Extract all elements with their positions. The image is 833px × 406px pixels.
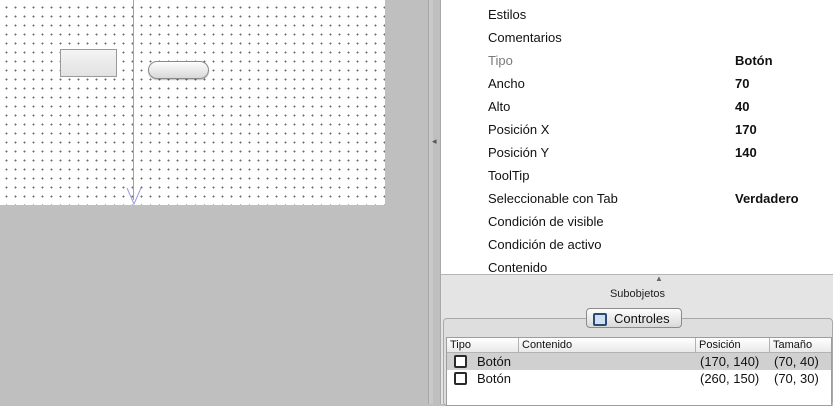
cell-tamano: (70, 40) — [774, 354, 819, 369]
property-label: ToolTip — [488, 168, 530, 183]
inspector-panel: Estilos Comentarios Tipo Botón Ancho 70 Al… — [440, 0, 833, 406]
property-value[interactable]: 40 — [735, 95, 749, 118]
canvas-button-object[interactable] — [148, 61, 209, 79]
property-label: Ancho — [488, 76, 525, 91]
table-row[interactable]: Botón (260, 150) (70, 30) — [447, 370, 831, 387]
property-value[interactable]: 70 — [735, 72, 749, 95]
tab-controles[interactable]: Controles — [586, 308, 682, 328]
button-type-icon — [454, 355, 467, 368]
property-row[interactable]: Posición X 170 — [441, 118, 833, 141]
cell-posicion: (170, 140) — [700, 354, 760, 369]
property-label: Estilos — [488, 7, 527, 22]
property-row[interactable]: Tipo Botón — [441, 49, 833, 72]
property-row[interactable]: Comentarios — [441, 26, 833, 49]
cell-tamano: (70, 30) — [774, 371, 819, 386]
property-label: Seleccionable con Tab — [488, 191, 618, 206]
control-icon — [593, 313, 607, 326]
column-header-tamano[interactable]: Tamaño — [770, 338, 831, 352]
cell-posicion: (260, 150) — [700, 371, 760, 386]
guide-arrow-icon — [126, 187, 142, 206]
column-header-posicion[interactable]: Posición — [696, 338, 770, 352]
property-value: Botón — [735, 53, 773, 68]
property-value[interactable]: Verdadero — [735, 187, 799, 210]
table-row[interactable]: Botón (170, 140) (70, 40) — [447, 353, 831, 370]
subobjects-label: Subobjetos — [609, 288, 666, 300]
column-header-tipo[interactable]: Tipo — [447, 338, 519, 352]
resize-handle-icon[interactable]: ▲ — [655, 274, 663, 283]
column-header-contenido[interactable]: Contenido — [519, 338, 696, 352]
split-divider[interactable] — [428, 0, 433, 404]
property-label: Comentarios — [488, 30, 562, 45]
design-canvas[interactable] — [0, 0, 385, 206]
cell-tipo: Botón — [477, 354, 511, 369]
property-row[interactable]: Condición de visible — [441, 210, 833, 233]
controls-table: Tipo Contenido Posición Tamaño Botón (17… — [446, 337, 832, 406]
property-label: Tipo — [488, 53, 513, 68]
button-type-icon — [454, 372, 467, 385]
property-row[interactable]: Contenido — [441, 256, 833, 275]
property-label: Posición Y — [488, 145, 550, 160]
property-row[interactable]: ToolTip — [441, 164, 833, 187]
divider-handle-icon[interactable]: ◂ — [432, 136, 437, 147]
property-value[interactable]: 170 — [735, 118, 757, 141]
property-label: Contenido — [488, 260, 548, 275]
property-row[interactable]: Condición de activo — [441, 233, 833, 256]
property-row[interactable]: Estilos — [441, 3, 833, 26]
properties-list: Estilos Comentarios Tipo Botón Ancho 70 Al… — [441, 0, 833, 275]
property-row[interactable]: Alto 40 — [441, 95, 833, 118]
cell-tipo: Botón — [477, 371, 511, 386]
property-value[interactable]: 140 — [735, 141, 757, 164]
table-header: Tipo Contenido Posición Tamaño — [447, 338, 831, 353]
property-row[interactable]: Posición Y 140 — [441, 141, 833, 164]
tab-label: Controles — [614, 311, 670, 326]
property-label: Posición X — [488, 122, 550, 137]
property-label: Condición de activo — [488, 237, 602, 252]
property-row[interactable]: Seleccionable con Tab Verdadero — [441, 187, 833, 210]
vertical-guide-line — [133, 0, 134, 200]
property-label: Alto — [488, 99, 511, 114]
property-row[interactable]: Ancho 70 — [441, 72, 833, 95]
property-label: Condición de visible — [488, 214, 604, 229]
canvas-rectangle-object[interactable] — [60, 49, 117, 77]
